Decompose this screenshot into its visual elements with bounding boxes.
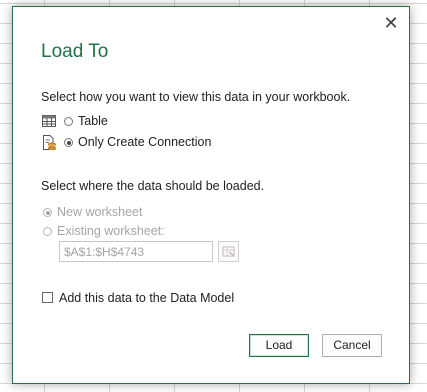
- cancel-button[interactable]: Cancel: [322, 334, 382, 357]
- dialog-title: Load To: [41, 41, 109, 62]
- data-model-checkbox[interactable]: [42, 292, 53, 303]
- range-select-icon: [222, 246, 235, 257]
- load-to-dialog: ✕ Load To Select how you want to view th…: [12, 6, 410, 384]
- existing-worksheet-radio[interactable]: [43, 227, 52, 236]
- existing-worksheet-label[interactable]: Existing worksheet:: [57, 224, 165, 238]
- close-button[interactable]: ✕: [381, 13, 401, 33]
- load-button[interactable]: Load: [249, 334, 309, 357]
- table-icon: [42, 115, 56, 127]
- close-icon: ✕: [383, 13, 399, 33]
- load-prompt: Select where the data should be loaded.: [41, 179, 265, 193]
- new-worksheet-radio[interactable]: [43, 208, 52, 217]
- connection-icon: [43, 135, 56, 150]
- table-radio[interactable]: [64, 117, 73, 126]
- range-field[interactable]: $A$1:$H$4743: [59, 241, 213, 262]
- table-radio-label[interactable]: Table: [78, 114, 108, 128]
- only-create-connection-label[interactable]: Only Create Connection: [78, 135, 211, 149]
- only-create-connection-radio[interactable]: [64, 138, 73, 147]
- view-prompt: Select how you want to view this data in…: [41, 90, 351, 104]
- new-worksheet-label[interactable]: New worksheet: [57, 205, 142, 219]
- range-select-button[interactable]: [218, 241, 239, 262]
- data-model-label[interactable]: Add this data to the Data Model: [59, 291, 234, 305]
